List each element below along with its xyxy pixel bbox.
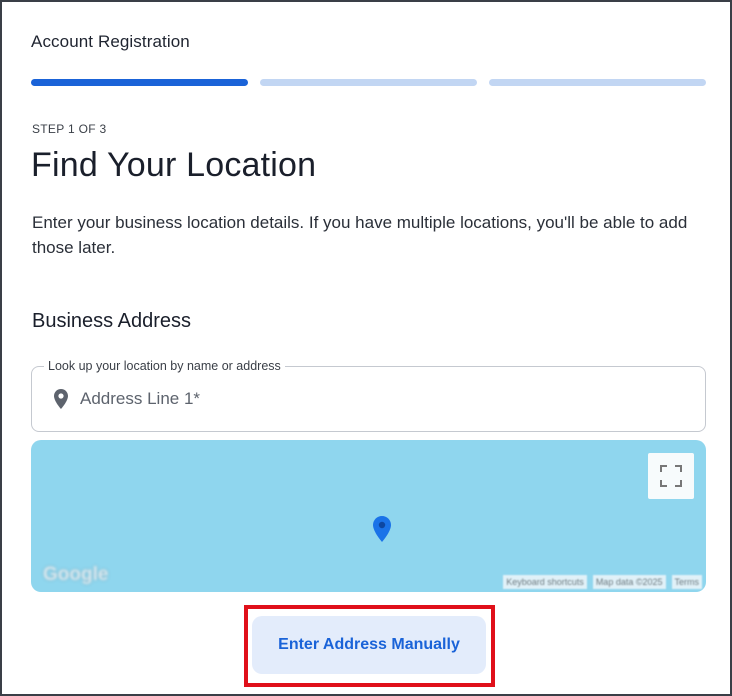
map-keyboard-shortcuts-link[interactable]: Keyboard shortcuts: [503, 575, 587, 589]
progress-segment-1-active: [31, 79, 248, 86]
map-terms-link[interactable]: Terms: [671, 575, 702, 589]
step-indicator: STEP 1 OF 3: [32, 122, 107, 136]
address-line-1-input[interactable]: [80, 385, 680, 413]
fullscreen-icon: [660, 465, 682, 487]
location-pin-icon: [54, 389, 68, 409]
step-progress-bar: [31, 79, 706, 87]
page-description: Enter your business location details. If…: [32, 213, 688, 257]
page-title: Find Your Location: [31, 146, 317, 184]
map-marker-icon: [373, 516, 391, 542]
address-field-legend: Look up your location by name or address: [44, 358, 285, 374]
map-provider-logo: Google: [43, 564, 109, 585]
progress-segment-3: [489, 79, 706, 86]
map-data-notice: Map data ©2025: [592, 575, 666, 589]
address-lookup-field[interactable]: Look up your location by name or address: [31, 358, 706, 432]
registration-window: Account Registration STEP 1 OF 3 Find Yo…: [0, 0, 732, 696]
business-address-heading: Business Address: [32, 310, 191, 332]
map-attribution: Keyboard shortcuts Map data ©2025 Terms: [503, 575, 702, 589]
progress-segment-2: [260, 79, 477, 86]
location-map[interactable]: Google Keyboard shortcuts Map data ©2025…: [31, 440, 706, 592]
enter-address-manually-button[interactable]: Enter Address Manually: [252, 616, 486, 674]
app-title: Account Registration: [31, 32, 190, 51]
map-fullscreen-button[interactable]: [648, 453, 694, 499]
